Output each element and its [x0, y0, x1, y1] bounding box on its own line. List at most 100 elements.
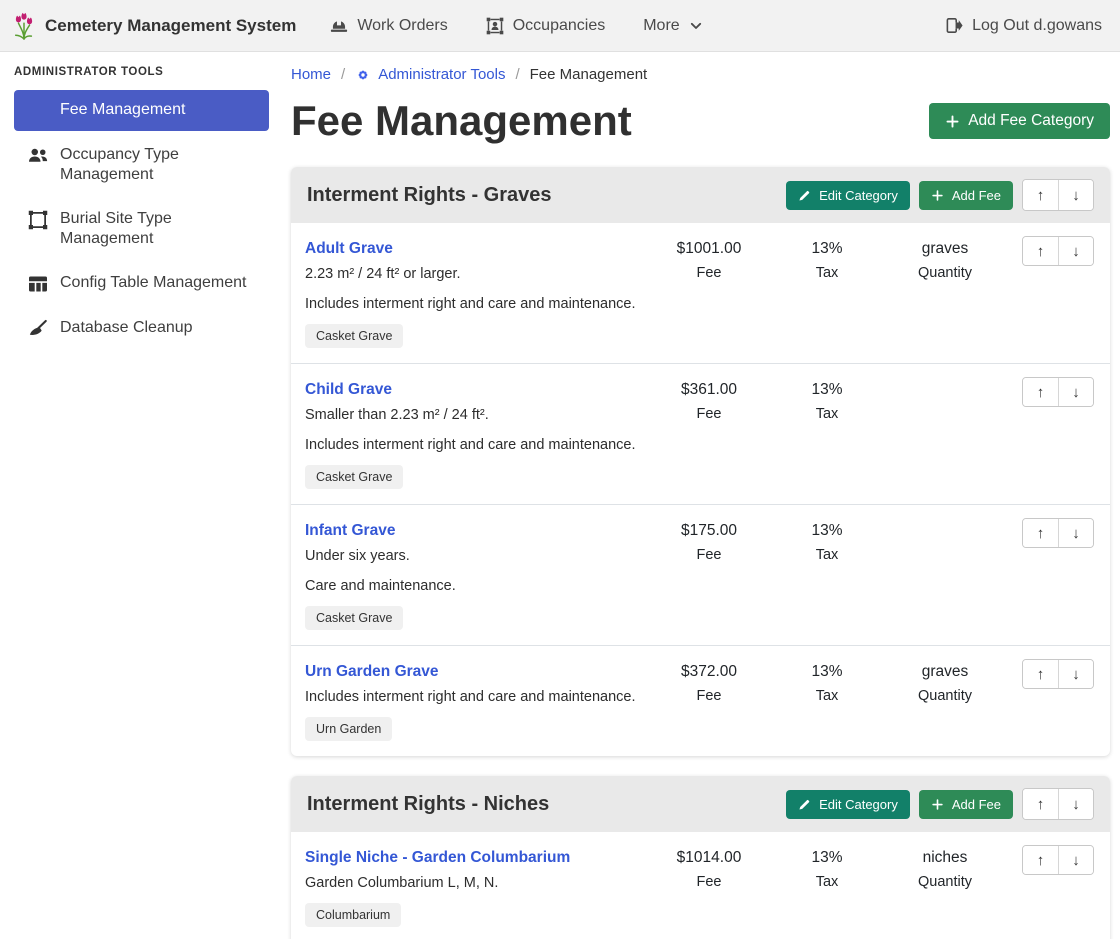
fee-name-link[interactable]: Urn Garden Grave: [305, 659, 439, 684]
move-fee-up-button[interactable]: ↑: [1023, 237, 1058, 265]
tax-label: Tax: [782, 261, 872, 286]
arrow-up-icon: ↑: [1037, 243, 1045, 260]
nav-item[interactable]: Occupancies: [486, 17, 606, 35]
page-title: Fee Management: [291, 97, 632, 145]
users-icon: [28, 146, 48, 166]
edit-category-button[interactable]: Edit Category: [786, 790, 910, 819]
nav-item-label: Work Orders: [357, 17, 447, 35]
fee-name-link[interactable]: Child Grave: [305, 377, 392, 402]
add-fee-button[interactable]: Add Fee: [919, 790, 1013, 819]
fee-amount-column: $1001.00 Fee: [650, 236, 768, 348]
main-content: Home / Administrator Tools / Fee Managem…: [280, 52, 1120, 939]
gear-icon: [355, 67, 371, 83]
sidebar-nav: Fee Management Occupancy Type Management…: [14, 90, 269, 353]
fee-row: Infant Grave Under six years.Care and ma…: [291, 504, 1110, 645]
nav-item[interactable]: Work Orders: [330, 17, 447, 35]
fee-descriptions: Smaller than 2.23 m² / 24 ft². Includes i…: [305, 403, 650, 457]
plus-icon: [931, 189, 944, 202]
category-actions: Edit Category Add Fee ↑ ↓: [786, 179, 1094, 211]
quantity-unit: graves: [886, 236, 1004, 261]
add-fee-button[interactable]: Add Fee: [919, 181, 1013, 210]
move-fee-up-button[interactable]: ↑: [1023, 846, 1058, 874]
fee-descriptions: 2.23 m² / 24 ft² or larger.Includes inte…: [305, 262, 650, 316]
fee-type-badge: Urn Garden: [305, 717, 392, 741]
quantity-column: [886, 377, 1004, 489]
move-category-down-button[interactable]: ↓: [1058, 180, 1093, 210]
tax-value: 13%: [782, 377, 872, 402]
tax-value: 13%: [782, 659, 872, 684]
tulip-logo-icon: [12, 12, 36, 40]
move-fee-down-button[interactable]: ↓: [1058, 237, 1093, 265]
fee-name-link[interactable]: Infant Grave: [305, 518, 395, 543]
arrow-up-icon: ↑: [1037, 525, 1045, 542]
move-category-up-button[interactable]: ↑: [1023, 789, 1058, 819]
quantity-unit: niches: [886, 845, 1004, 870]
move-fee-down-button[interactable]: ↓: [1058, 378, 1093, 406]
pencil-icon: [798, 189, 811, 202]
sidebar-item-database-cleanup[interactable]: Database Cleanup: [14, 308, 269, 349]
breadcrumb-admin-tools-label: Administrator Tools: [378, 66, 505, 83]
sidebar-item-occupancy-type-management[interactable]: Occupancy Type Management: [14, 135, 269, 195]
fee-description: Includes interment right and care and ma…: [305, 685, 650, 709]
quantity-unit: graves: [886, 659, 1004, 684]
logout-button[interactable]: Log Out d.gowans: [946, 17, 1102, 35]
move-fee-up-button[interactable]: ↑: [1023, 660, 1058, 688]
nav-item[interactable]: More: [643, 17, 702, 35]
fee-descriptions: Garden Columbarium L, M, N.: [305, 871, 650, 895]
fee-amount: $175.00: [650, 518, 768, 543]
breadcrumb-separator: /: [341, 66, 345, 83]
add-fee-category-button[interactable]: Add Fee Category: [929, 103, 1110, 139]
sidebar-item-fee-management[interactable]: Fee Management: [14, 90, 269, 131]
category-header: Interment Rights - Graves Edit Category …: [291, 167, 1110, 223]
arrow-down-icon: ↓: [1072, 796, 1080, 813]
arrow-down-icon: ↓: [1072, 852, 1080, 869]
tax-value: 13%: [782, 518, 872, 543]
move-fee-up-button[interactable]: ↑: [1023, 378, 1058, 406]
fee-descriptions: Includes interment right and care and ma…: [305, 685, 650, 709]
arrow-up-icon: ↑: [1037, 852, 1045, 869]
fee-name-link[interactable]: Adult Grave: [305, 236, 393, 261]
fee-reorder-buttons: ↑ ↓: [1022, 236, 1094, 266]
breadcrumb-home-link[interactable]: Home: [291, 66, 331, 83]
fee-type-badge: Casket Grave: [305, 324, 403, 348]
main-nav: Work Orders Occupancies More: [330, 17, 702, 35]
breadcrumb-current: Fee Management: [530, 66, 648, 83]
chevron-down-icon: [689, 19, 703, 33]
fee-amount: $1001.00: [650, 236, 768, 261]
fee-amount: $1014.00: [650, 845, 768, 870]
tax-label: Tax: [782, 684, 872, 709]
app-brand[interactable]: Cemetery Management System: [12, 12, 296, 40]
move-fee-down-button[interactable]: ↓: [1058, 519, 1093, 547]
fee-description: Care and maintenance.: [305, 574, 650, 598]
plus-icon: [931, 798, 944, 811]
move-fee-down-button[interactable]: ↓: [1058, 660, 1093, 688]
category-actions: Edit Category Add Fee ↑ ↓: [786, 788, 1094, 820]
fee-description: Smaller than 2.23 m² / 24 ft².: [305, 403, 650, 427]
fee-type-badge: Casket Grave: [305, 465, 403, 489]
fee-amount-column: $361.00 Fee: [650, 377, 768, 489]
move-category-down-button[interactable]: ↓: [1058, 789, 1093, 819]
edit-category-button[interactable]: Edit Category: [786, 181, 910, 210]
fee-description: Garden Columbarium L, M, N.: [305, 871, 650, 895]
occupancy-frame-icon: [486, 17, 504, 35]
fee-name-link[interactable]: Single Niche - Garden Columbarium: [305, 845, 570, 870]
fee-amount: $361.00: [650, 377, 768, 402]
move-fee-up-button[interactable]: ↑: [1023, 519, 1058, 547]
sidebar-item-burial-site-type-management[interactable]: Burial Site Type Management: [14, 199, 269, 259]
move-category-up-button[interactable]: ↑: [1023, 180, 1058, 210]
sidebar: ADMINISTRATOR TOOLS Fee Management Occup…: [0, 52, 280, 939]
tax-column: 13% Tax: [782, 236, 872, 348]
dollar-icon: [28, 101, 48, 121]
fee-amount-column: $1014.00 Fee: [650, 845, 768, 927]
category-header: Interment Rights - Niches Edit Category …: [291, 776, 1110, 832]
fee-amount-label: Fee: [650, 870, 768, 895]
breadcrumb-admin-tools-link[interactable]: Administrator Tools: [355, 66, 505, 83]
arrow-up-icon: ↑: [1037, 384, 1045, 401]
move-fee-down-button[interactable]: ↓: [1058, 846, 1093, 874]
tax-column: 13% Tax: [782, 518, 872, 630]
fee-type-badge: Casket Grave: [305, 606, 403, 630]
table-icon: [28, 274, 48, 294]
fee-description: Includes interment right and care and ma…: [305, 433, 650, 457]
hard-hat-icon: [330, 17, 348, 35]
sidebar-item-config-table-management[interactable]: Config Table Management: [14, 263, 269, 304]
